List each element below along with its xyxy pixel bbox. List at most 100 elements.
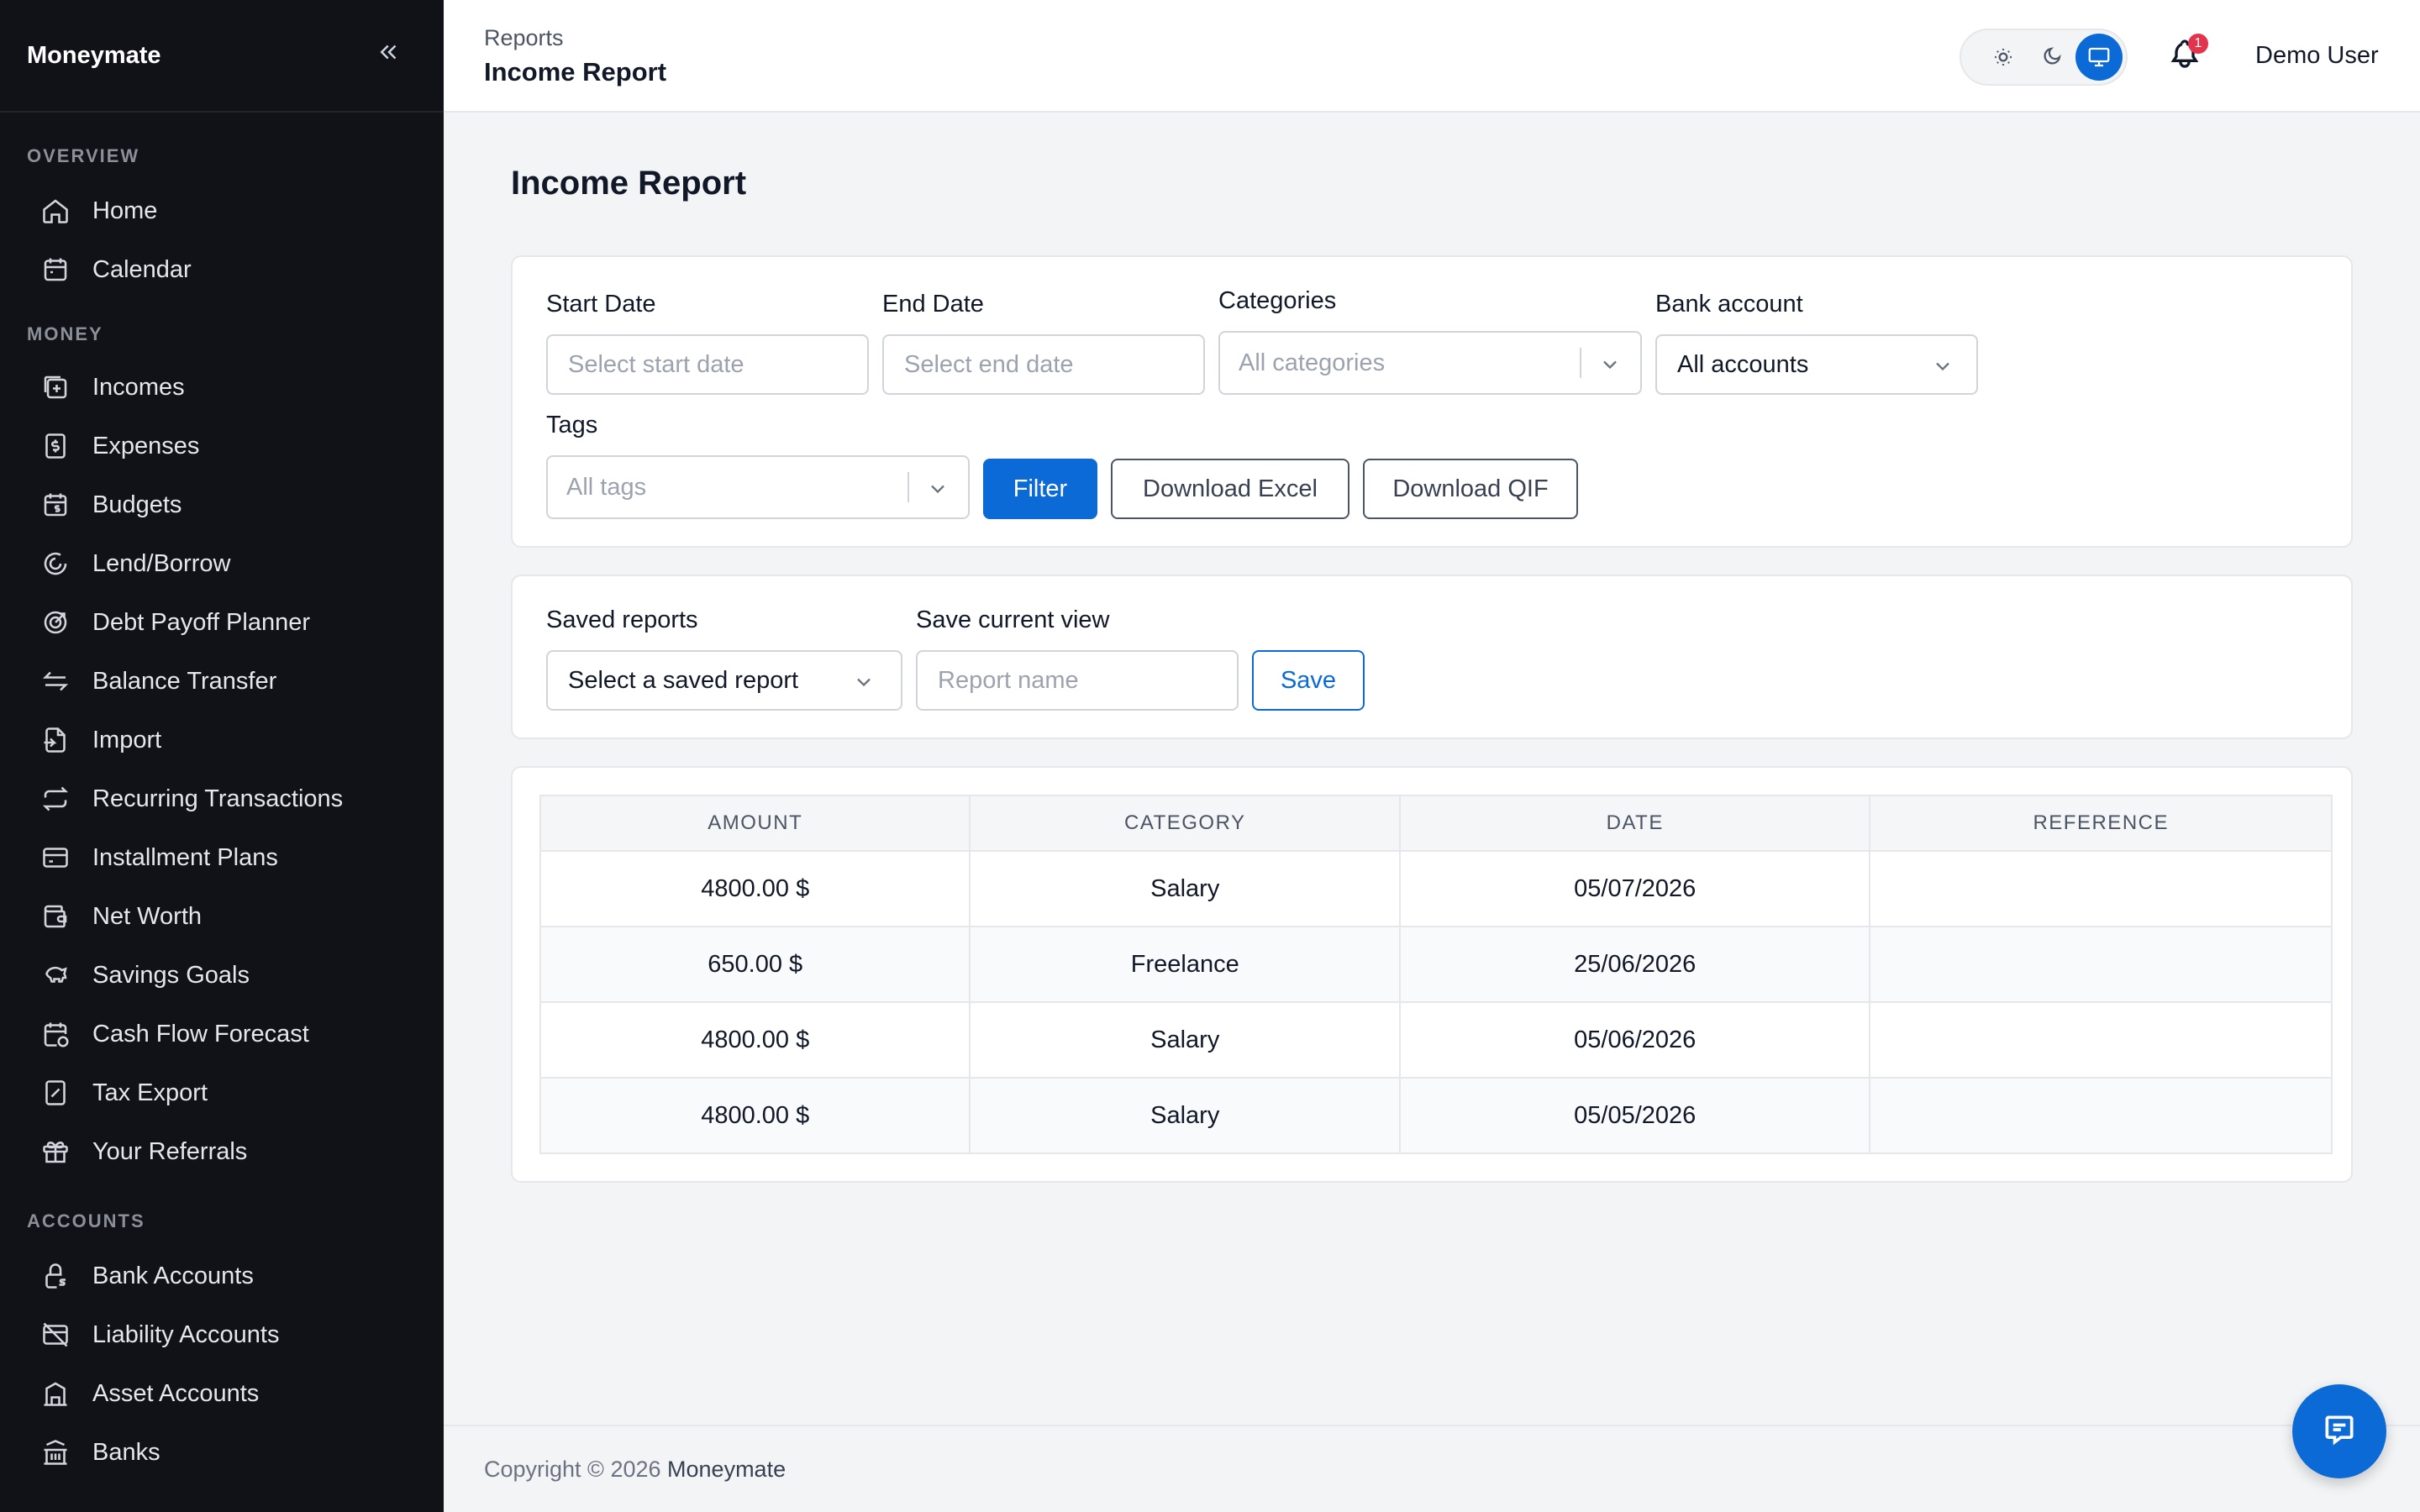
table-row[interactable]: 4800.00 $ Salary 05/07/2026 xyxy=(539,850,2333,927)
download-excel-button[interactable]: Download Excel xyxy=(1111,459,1349,519)
sidebar-item-label: Debt Payoff Planner xyxy=(92,608,311,636)
sun-icon[interactable] xyxy=(1980,34,2027,81)
bank-account-select[interactable]: All accounts xyxy=(1655,334,1978,395)
sidebar-item-your-referrals[interactable]: Your Referrals xyxy=(0,1122,444,1181)
sidebar-item-import[interactable]: Import xyxy=(0,711,444,769)
target-icon xyxy=(40,607,71,638)
sidebar-item-budgets[interactable]: Budgets xyxy=(0,475,444,534)
end-date-input[interactable]: Select end date xyxy=(882,334,1205,395)
sidebar-item-asset-accounts[interactable]: Asset Accounts xyxy=(0,1364,444,1423)
breadcrumb-parent[interactable]: Reports xyxy=(484,25,564,51)
table-row[interactable]: 4800.00 $ Salary 05/06/2026 xyxy=(539,1001,2333,1079)
chevron-down-icon xyxy=(1598,353,1622,376)
sidebar-item-debt-payoff-planner[interactable]: Debt Payoff Planner xyxy=(0,593,444,652)
save-report-button[interactable]: Save xyxy=(1252,650,1365,711)
bank-icon xyxy=(40,1437,71,1467)
monitor-icon[interactable] xyxy=(2075,34,2123,81)
sidebar-header: Moneymate xyxy=(0,0,444,113)
sidebar-item-expenses[interactable]: Expenses xyxy=(0,417,444,475)
footer: Copyright © 2026 Moneymate xyxy=(444,1425,2420,1512)
start-date-input[interactable]: Select start date xyxy=(546,334,869,395)
column-header-amount[interactable]: AMOUNT xyxy=(539,795,971,852)
sidebar-item-incomes[interactable]: Incomes xyxy=(0,358,444,417)
download-qif-button[interactable]: Download QIF xyxy=(1363,459,1578,519)
table-header-row: AMOUNT CATEGORY DATE REFERENCE xyxy=(539,795,2333,852)
sidebar-item-label: Import xyxy=(92,726,162,753)
sidebar-item-home[interactable]: Home xyxy=(0,181,444,240)
lock-dollar-icon xyxy=(40,1261,71,1291)
filter-card: Start Date Select start date End Date Se… xyxy=(511,255,2353,548)
double-chevron-left-icon[interactable] xyxy=(376,39,402,72)
chevron-down-icon xyxy=(926,477,950,501)
categories-select[interactable]: All categories xyxy=(1218,331,1642,395)
tags-select[interactable]: All tags xyxy=(546,455,970,519)
cell-amount: 4800.00 $ xyxy=(539,1001,971,1079)
repeat-icon xyxy=(40,784,71,814)
income-icon xyxy=(40,372,71,402)
table-row[interactable]: 650.00 $ Freelance 25/06/2026 xyxy=(539,926,2333,1003)
sidebar-item-liability-accounts[interactable]: Liability Accounts xyxy=(0,1305,444,1364)
end-date-label: End Date xyxy=(882,291,984,318)
notifications-button[interactable]: 1 xyxy=(2168,34,2208,76)
calendar-dollar-icon xyxy=(40,1019,71,1049)
select-separator xyxy=(908,472,909,502)
moon-icon[interactable] xyxy=(2028,34,2075,81)
column-header-date[interactable]: DATE xyxy=(1399,795,1871,852)
dollar-receipt-icon xyxy=(40,431,71,461)
sidebar-item-banks[interactable]: Banks xyxy=(0,1423,444,1482)
sidebar-item-label: Home xyxy=(92,197,158,224)
sidebar-item-cash-flow-forecast[interactable]: Cash Flow Forecast xyxy=(0,1005,444,1063)
sidebar-item-recurring-transactions[interactable]: Recurring Transactions xyxy=(0,769,444,828)
sidebar-item-calendar[interactable]: Calendar xyxy=(0,240,444,299)
table-row[interactable]: 4800.00 $ Salary 05/05/2026 xyxy=(539,1077,2333,1154)
sidebar-item-savings-goals[interactable]: Savings Goals xyxy=(0,946,444,1005)
bank-account-select-value: All accounts xyxy=(1677,350,1809,378)
cell-reference xyxy=(1869,1001,2333,1079)
sidebar: Moneymate OVERVIEW Home Calendar MONEY I… xyxy=(0,0,444,1512)
income-table: AMOUNT CATEGORY DATE REFERENCE 4800.00 $… xyxy=(539,795,2333,1154)
chevron-down-icon xyxy=(852,670,876,694)
tax-document-icon xyxy=(40,1078,71,1108)
footer-copyright: Copyright © 2026 Moneymate xyxy=(484,1457,786,1483)
sidebar-item-label: Recurring Transactions xyxy=(92,785,344,812)
copyright-text: Copyright © 2026 xyxy=(484,1457,661,1482)
footer-brand-link[interactable]: Moneymate xyxy=(667,1457,786,1482)
sidebar-item-label: Balance Transfer xyxy=(92,667,277,695)
sidebar-item-lend-borrow[interactable]: Lend/Borrow xyxy=(0,534,444,593)
sidebar-item-label: Lend/Borrow xyxy=(92,549,231,577)
sidebar-section-money: MONEY xyxy=(27,323,103,344)
column-header-category[interactable]: CATEGORY xyxy=(969,795,1402,852)
sidebar-item-tax-export[interactable]: Tax Export xyxy=(0,1063,444,1122)
cell-reference xyxy=(1869,926,2333,1003)
sidebar-item-label: Asset Accounts xyxy=(92,1379,260,1407)
report-name-input[interactable]: Report name xyxy=(916,650,1239,711)
sidebar-item-label: Liability Accounts xyxy=(92,1320,280,1348)
start-date-label: Start Date xyxy=(546,291,656,318)
sidebar-item-installment-plans[interactable]: Installment Plans xyxy=(0,828,444,887)
cell-date: 05/07/2026 xyxy=(1399,850,1871,927)
filter-button[interactable]: Filter xyxy=(983,459,1097,519)
sidebar-item-net-worth[interactable]: Net Worth xyxy=(0,887,444,946)
budget-calendar-icon xyxy=(40,490,71,520)
cell-reference xyxy=(1869,1077,2333,1154)
sidebar-item-label: Expenses xyxy=(92,432,200,459)
sidebar-item-label: Tax Export xyxy=(92,1079,208,1106)
sidebar-item-bank-accounts[interactable]: Bank Accounts xyxy=(0,1247,444,1305)
cell-category: Salary xyxy=(969,1077,1402,1154)
cell-amount: 4800.00 $ xyxy=(539,850,971,927)
breadcrumb-current: Income Report xyxy=(484,57,667,87)
sidebar-item-balance-transfer[interactable]: Balance Transfer xyxy=(0,652,444,711)
sidebar-item-label: Savings Goals xyxy=(92,961,250,989)
column-header-reference[interactable]: REFERENCE xyxy=(1869,795,2333,852)
chat-button[interactable] xyxy=(2292,1384,2386,1478)
sidebar-section-accounts: ACCOUNTS xyxy=(27,1210,145,1231)
saved-reports-select-value: Select a saved report xyxy=(568,666,799,694)
file-import-icon xyxy=(40,725,71,755)
theme-toggle xyxy=(1960,29,2128,86)
brand-logo[interactable]: Moneymate xyxy=(27,42,161,70)
gift-icon xyxy=(40,1137,71,1167)
user-menu[interactable]: Demo User xyxy=(2255,42,2379,70)
saved-reports-select[interactable]: Select a saved report xyxy=(546,650,902,711)
sidebar-item-label: Your Referrals xyxy=(92,1137,248,1165)
categories-select-value: All categories xyxy=(1239,349,1386,376)
